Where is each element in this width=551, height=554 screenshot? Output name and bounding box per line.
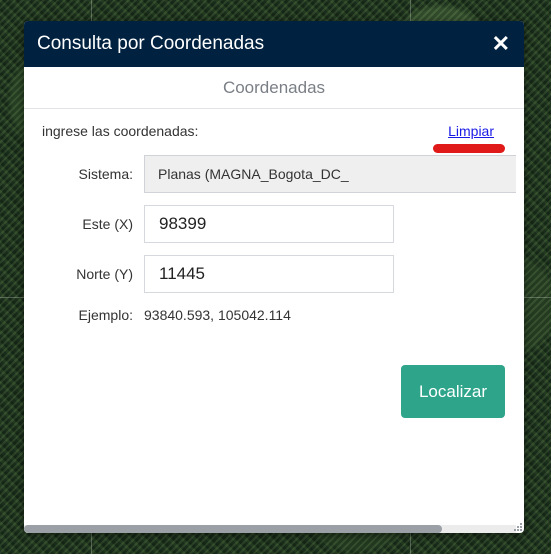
east-row: Este (X) 98399 <box>24 205 394 243</box>
system-select[interactable]: Planas (MAGNA_Bogota_DC_ <box>144 155 516 193</box>
north-input[interactable]: 11445 <box>144 255 394 293</box>
east-label: Este (X) <box>82 216 133 232</box>
window-title: Consulta por Coordenadas <box>37 33 265 54</box>
scrollbar-thumb[interactable] <box>24 525 442 533</box>
north-row: Norte (Y) 11445 <box>24 255 394 293</box>
instructions-text: ingrese las coordenadas: <box>42 123 199 139</box>
east-input[interactable]: 98399 <box>144 205 394 243</box>
window-titlebar[interactable]: Consulta por Coordenadas ✕ <box>24 21 524 67</box>
example-row: Ejemplo: 93840.593, 105042.114 <box>24 307 291 323</box>
system-row: Sistema: Planas (MAGNA_Bogota_DC_ <box>24 155 516 193</box>
example-value: 93840.593, 105042.114 <box>144 307 291 323</box>
north-label: Norte (Y) <box>76 266 133 282</box>
resize-grip-icon[interactable] <box>514 523 522 531</box>
example-label: Ejemplo: <box>78 307 133 323</box>
close-icon[interactable]: ✕ <box>492 33 510 55</box>
red-annotation-mark <box>433 144 505 153</box>
locate-button[interactable]: Localizar <box>401 365 505 418</box>
horizontal-scrollbar[interactable] <box>24 525 516 533</box>
section-divider <box>24 108 524 109</box>
section-title: Coordenadas <box>222 78 326 97</box>
system-label: Sistema: <box>78 166 133 182</box>
coordinate-query-window: Consulta por Coordenadas ✕ Coordenadas i… <box>24 21 524 533</box>
clear-link[interactable]: Limpiar <box>448 123 494 139</box>
